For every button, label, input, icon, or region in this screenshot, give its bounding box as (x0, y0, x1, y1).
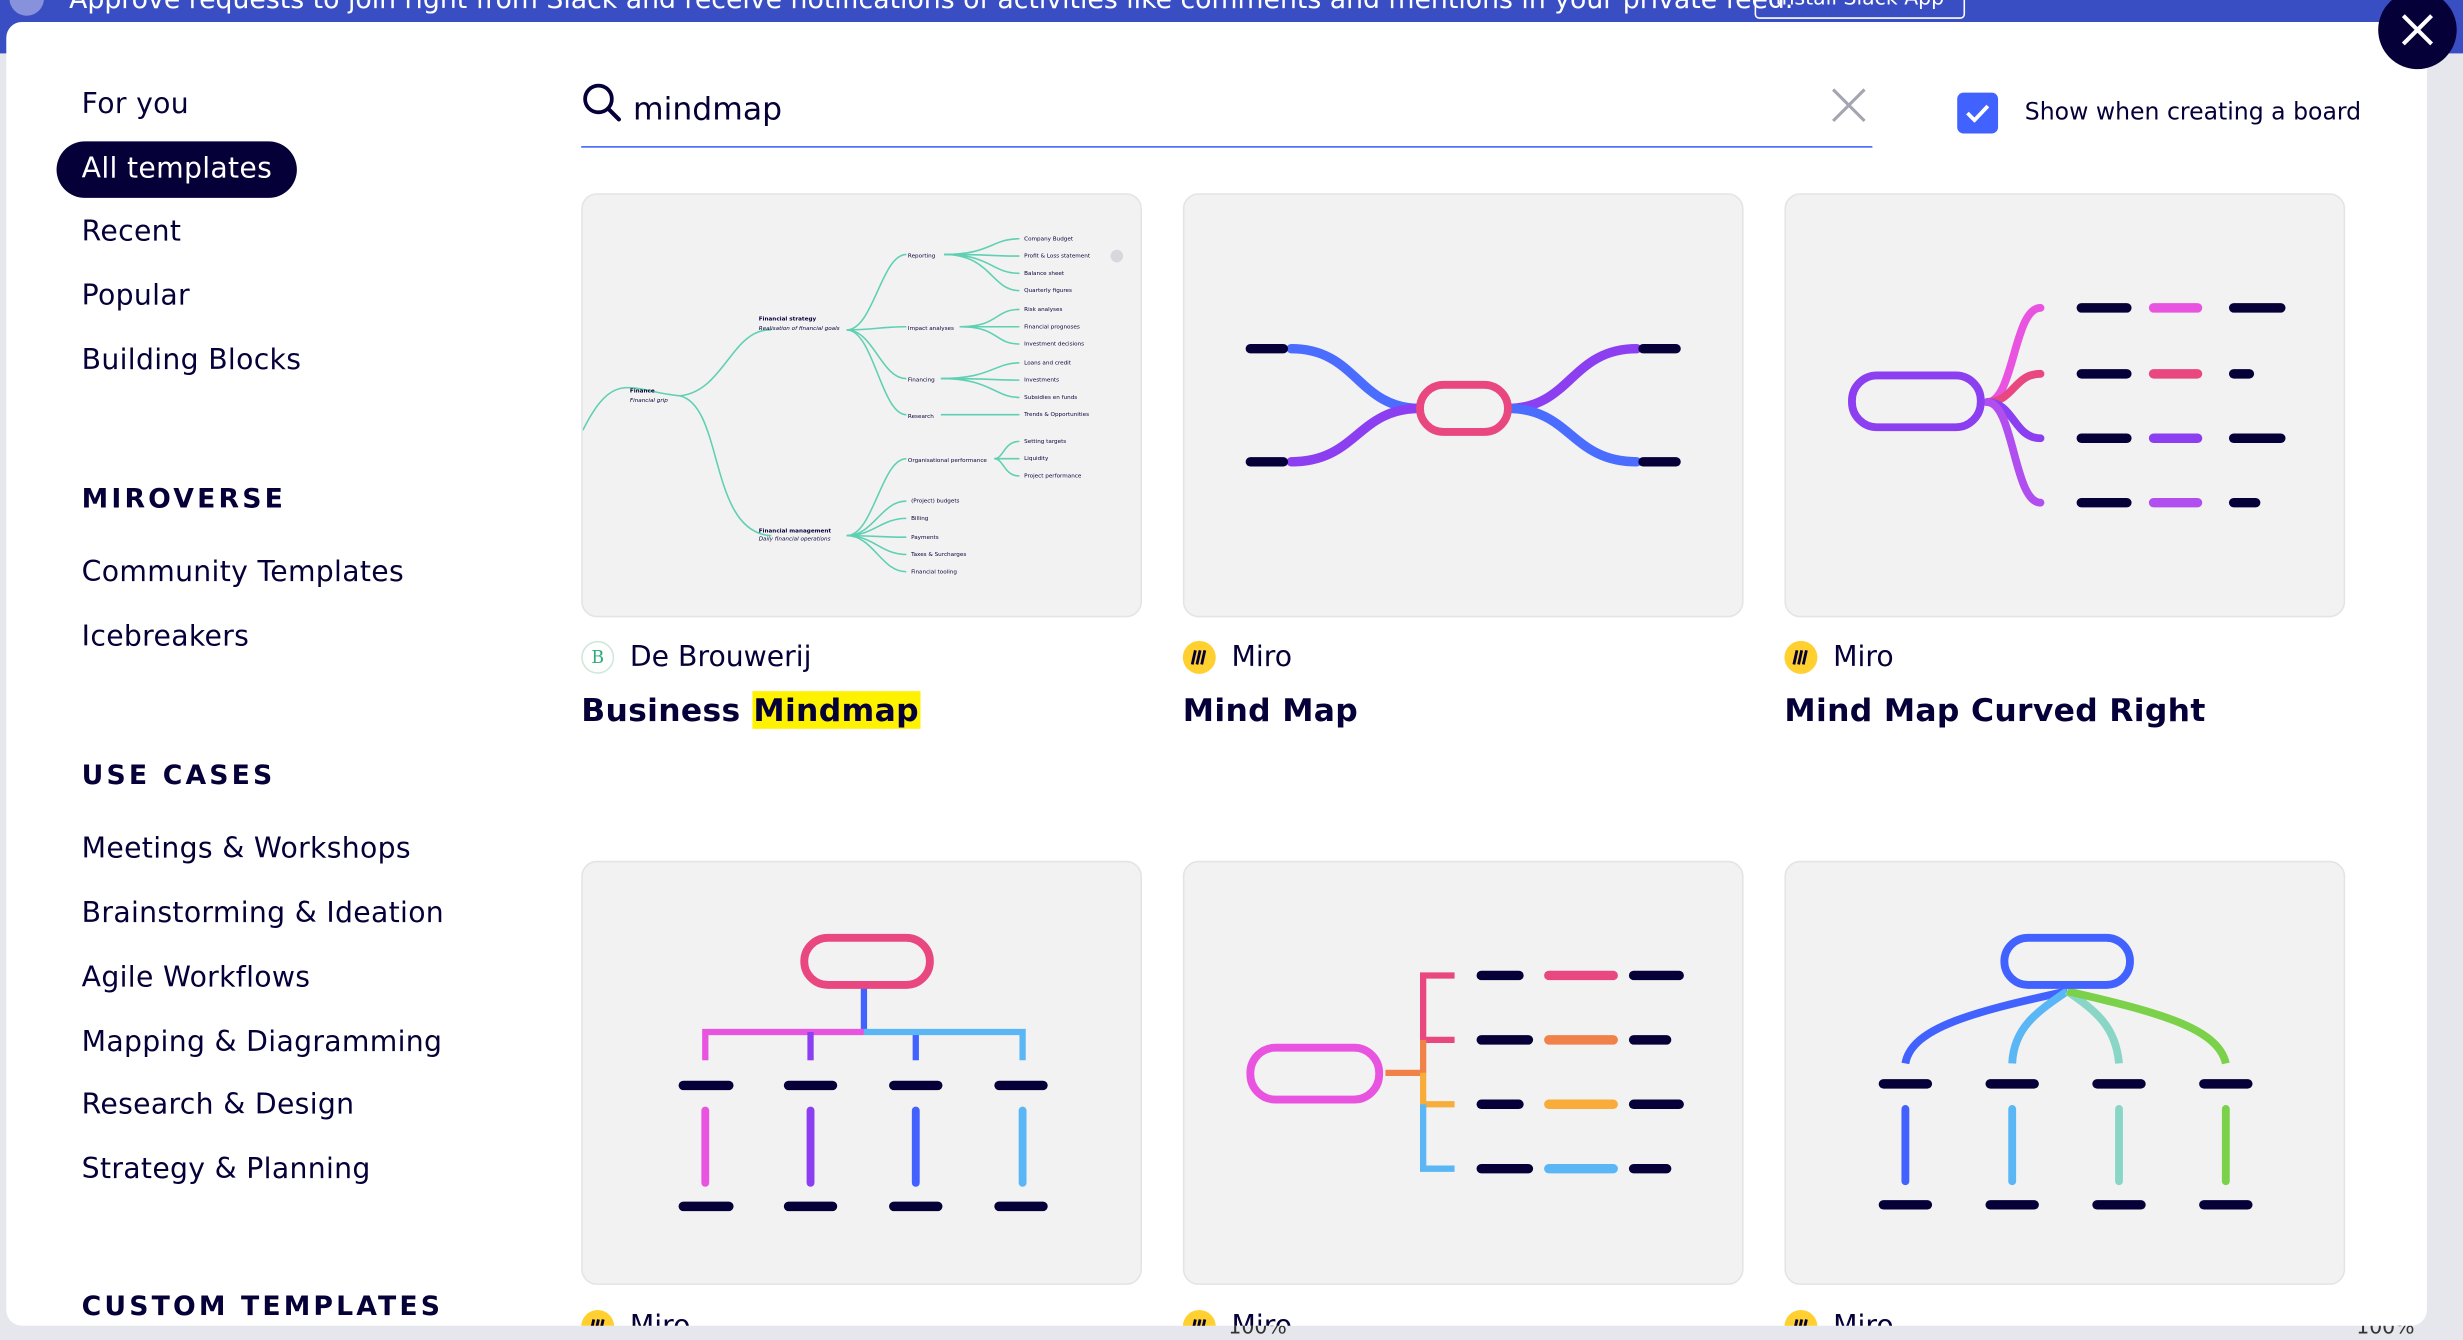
mini-leaf: Subsidies en funds (1024, 395, 1077, 401)
slack-logo-icon (9, 0, 44, 16)
miro-logo-icon (1182, 640, 1216, 674)
mini-leaf: Billing (911, 516, 929, 522)
use-cases-heading: USE CASES (81, 760, 276, 792)
sidebar-item-brainstorming-ideation[interactable]: Brainstorming & Ideation (82, 897, 444, 932)
miro-logo-icon (581, 1310, 615, 1326)
card-author-name: Miro (1833, 640, 1894, 674)
branch-right-preview (1246, 970, 1684, 1174)
mini-leaf: Company Budget (1024, 236, 1074, 242)
template-search-bar (581, 79, 1873, 148)
card-title-mind-map-curved-right[interactable]: Mind Map Curved Right (1784, 691, 2205, 729)
mini-branch2-label: Financial management (759, 529, 832, 535)
sidebar-item-building-blocks[interactable]: Building Blocks (82, 344, 302, 379)
mini-financing: Financing (908, 378, 935, 384)
mind-map-preview (1245, 344, 1681, 467)
mini-leaf: Profit & Loss statement (1024, 254, 1091, 260)
card-title-prefix: Business (581, 691, 752, 729)
miroverse-heading: MIROVERSE (81, 483, 286, 516)
card-author: Miro (581, 1310, 690, 1326)
sidebar-item-research-design[interactable]: Research & Design (82, 1089, 355, 1124)
template-card-tree-curved[interactable] (1784, 860, 2346, 1285)
card-author: Miro (1784, 1310, 1894, 1326)
sidebar-item-meetings-workshops[interactable]: Meetings & Workshops (82, 833, 411, 868)
install-slack-button[interactable]: Install Slack App (1754, 0, 1966, 19)
mini-leaf: Project performance (1024, 474, 1082, 480)
sidebar-item-mapping-diagramming[interactable]: Mapping & Diagramming (82, 1026, 443, 1061)
mini-leaf: Trends & Opportunities (1023, 412, 1089, 418)
mini-leaf: Taxes & Surcharges (910, 552, 966, 558)
de-brouwerij-logo-icon: B (581, 640, 615, 674)
business-mindmap-preview: Finance Financial grip Financial strateg… (582, 236, 1124, 575)
clear-search-icon[interactable] (1830, 86, 1868, 130)
mini-leaf: Quarterly figures (1024, 288, 1072, 294)
mini-research: Research (908, 414, 934, 420)
mini-reporting: Reporting (908, 254, 936, 260)
mini-expand-icon (1110, 249, 1124, 263)
card-author: Miro (1182, 1310, 1293, 1326)
sidebar-item-for-you[interactable]: For you (82, 88, 189, 123)
card-title-mind-map[interactable]: Mind Map (1183, 691, 1358, 729)
mind-map-curved-right-preview (1848, 303, 2286, 508)
mini-leaf: Payments (911, 535, 939, 541)
mini-leaf: Balance sheet (1024, 271, 1065, 277)
miro-logo-icon (1784, 640, 1818, 674)
template-card-business-mindmap[interactable]: Finance Financial grip Financial strateg… (581, 193, 1142, 618)
mini-branch1-sub: Realisation of financial goals (759, 326, 840, 332)
miro-logo-icon (1182, 1310, 1216, 1326)
miro-logo-icon (1784, 1310, 1818, 1326)
mini-leaf: Financial prognoses (1024, 324, 1080, 330)
card-author: Miro (1784, 640, 1894, 674)
tree-curved-preview (1878, 933, 2253, 1210)
mini-branch1-label: Financial strategy (759, 316, 817, 322)
sidebar-item-agile-workflows[interactable]: Agile Workflows (82, 961, 311, 996)
template-picker-modal: For you All templates Recent Popular Bui… (6, 21, 2427, 1326)
mini-impact: Impact analyses (908, 326, 954, 332)
sidebar-item-all-templates[interactable]: All templates (56, 141, 298, 198)
card-author: Miro (1182, 640, 1293, 674)
card-author-name: Miro (1231, 640, 1293, 674)
org-tree-preview (678, 933, 1048, 1212)
card-author-name: Miro (1232, 1310, 1293, 1326)
card-author: B De Brouwerij (581, 640, 812, 674)
mini-leaf: Liquidity (1024, 456, 1049, 462)
close-modal-button[interactable] (2378, 0, 2457, 70)
mini-leaf: (Project) budgets (911, 499, 959, 505)
sidebar-item-community-templates[interactable]: Community Templates (82, 556, 404, 591)
checkmark-icon (1966, 104, 1990, 123)
sidebar-item-strategy-planning[interactable]: Strategy & Planning (82, 1153, 371, 1188)
banner-text: Approve requests to join right from Slac… (69, 0, 1794, 16)
template-card-mind-map-curved-right[interactable] (1784, 193, 2346, 618)
sidebar-item-recent[interactable]: Recent (82, 215, 182, 250)
mini-root-sub: Financial grip (630, 398, 668, 404)
search-highlight: Mindmap (751, 691, 921, 729)
mini-org-perf: Organisational performance (908, 458, 988, 464)
mini-branch2-sub: Daily financial operations (759, 536, 831, 542)
mini-leaf: Risk analyses (1024, 307, 1062, 313)
close-icon (2401, 14, 2434, 46)
show-when-creating-label: Show when creating a board (2024, 97, 2362, 126)
template-card-mind-map[interactable] (1182, 193, 1744, 618)
mini-leaf: Setting targets (1024, 439, 1066, 445)
template-card-org-tree[interactable] (581, 860, 1142, 1285)
card-title-business-mindmap[interactable]: Business Mindmap (581, 691, 921, 729)
mini-leaf: Loans and credit (1024, 360, 1072, 366)
card-author-name: Miro (1833, 1310, 1894, 1326)
sidebar-item-popular[interactable]: Popular (82, 280, 190, 315)
mini-root-label: Finance (630, 389, 655, 395)
mini-leaf: Investments (1024, 378, 1059, 384)
template-card-branch-right[interactable] (1182, 860, 1744, 1285)
mini-leaf: Investment decisions (1024, 342, 1084, 348)
template-search-input[interactable] (633, 84, 1796, 132)
custom-templates-heading: CUSTOM TEMPLATES (81, 1291, 444, 1323)
mini-leaf: Financial tooling (911, 569, 957, 575)
card-author-name: Miro (630, 1310, 691, 1326)
card-author-name: De Brouwerij (629, 640, 812, 674)
search-icon (581, 82, 622, 129)
sidebar-item-icebreakers[interactable]: Icebreakers (82, 620, 250, 655)
show-when-creating-checkbox[interactable] (1957, 92, 1999, 134)
